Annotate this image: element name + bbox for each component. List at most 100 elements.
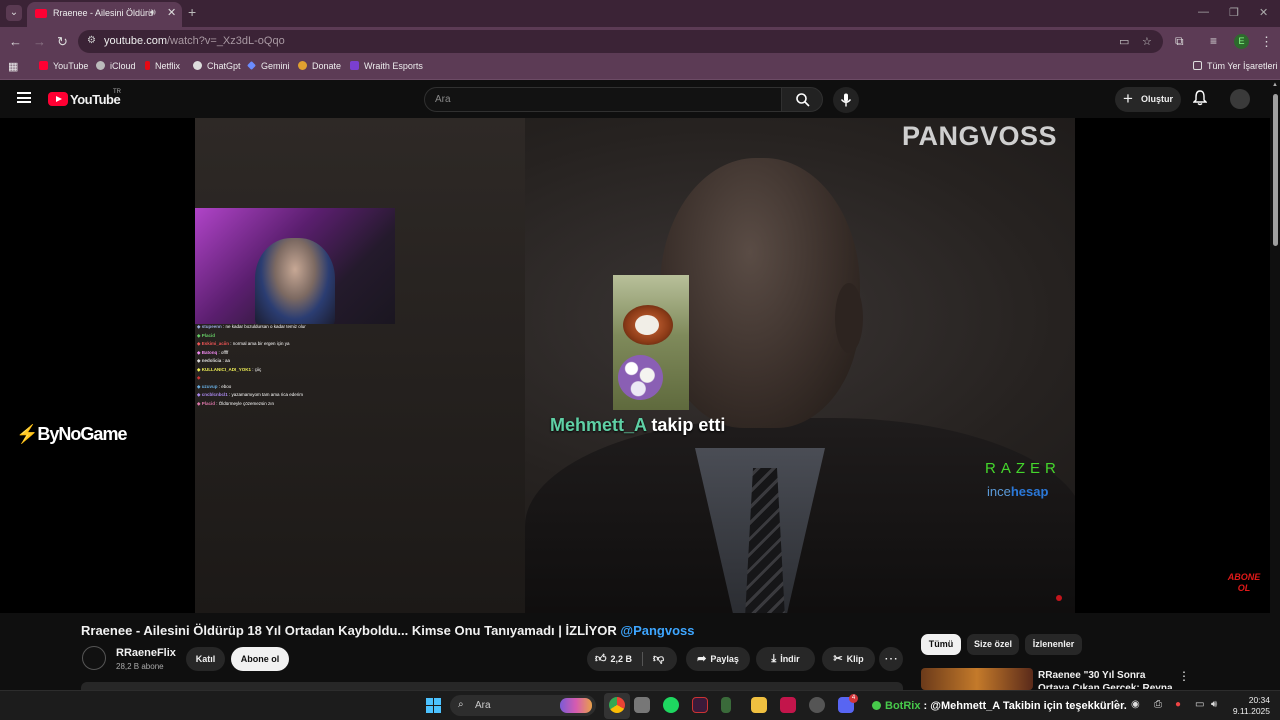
profile-avatar[interactable]: E [1234,34,1249,49]
apps-grid-icon[interactable]: ▦ [8,60,18,73]
chip-watched[interactable]: İzlenenler [1025,634,1082,655]
site-info-icon[interactable]: ⚙ [87,35,96,46]
wraith-icon [350,61,359,70]
file-app-icon[interactable] [721,697,731,713]
more-actions-button[interactable]: ⋯ [879,647,903,671]
restore-icon[interactable]: ❐ [1229,6,1239,19]
menu-icon[interactable]: ⋮ [1260,34,1273,50]
tray-overflow-icon[interactable]: ⌃ [1112,699,1120,710]
vs-app-icon[interactable] [692,697,708,713]
forward-icon[interactable]: → [33,34,46,49]
chat-message: ◆ Batonq : offff [197,349,387,358]
scroll-thumb[interactable] [1273,94,1278,246]
address-bar[interactable]: ⚙ youtube.com/watch?v=_Xz3dL-oQqo ▭ ☆ [78,30,1163,53]
chat-message: ◆ cncblcnbcl1 : yazamamıyom tam ama rica… [197,391,387,400]
mention-link[interactable]: @Pangvoss [620,623,694,638]
volume-icon[interactable]: 🔊︎ [1211,699,1217,710]
video-title: Rraenee - Ailesini Öldürüp 18 Yıl Ortada… [81,623,695,638]
taskbar-search[interactable]: ⌕ Ara [450,695,596,716]
join-button[interactable]: Katıl [186,647,225,671]
mic-tray-icon[interactable]: ● [1175,699,1181,710]
bookmark-icloud[interactable]: iCloud [96,61,136,71]
clock-date: 9.11.2025 [1232,706,1270,716]
close-tab-icon[interactable]: ✕ [167,6,176,19]
printer-tray-icon[interactable]: ⎙ [1154,699,1162,710]
youtube-logo-icon[interactable] [48,92,68,106]
subscribe-button[interactable]: Abone ol [231,647,289,671]
chat-text: : yazamamıyom tam ama rica ederim [227,392,304,397]
settings-app-icon[interactable] [634,697,650,713]
channel-watermark: PANGVOSS [902,121,1058,151]
notifications-bell-icon[interactable] [1193,90,1207,106]
speaker-icon[interactable]: 🔊︎ [150,7,156,18]
windows-start-icon[interactable] [426,698,441,713]
back-icon[interactable]: ← [9,34,22,49]
like-icon[interactable]: 👍︎ [595,653,607,665]
stream-notification: BotRix : @Mehmett_A Takibin için teşekkü… [873,700,1127,712]
recommended-thumbnail[interactable] [921,668,1033,690]
bookmark-netflix[interactable]: Netflix [145,61,180,71]
channel-name[interactable]: RRaeneFlix [116,647,176,659]
bookmark-chatgpt[interactable]: ChatGpt [193,61,241,71]
youtube-favicon-icon [35,9,47,18]
all-bookmarks[interactable]: Tüm Yer İşaretleri [1193,61,1278,71]
plus-icon: + [1123,89,1133,108]
chat-message: ◆ stupeenn : ne kadar bozuldursan o kada… [197,323,387,332]
bookmark-wraith-esports[interactable]: Wraith Esports [350,61,423,71]
search-button[interactable] [781,87,823,112]
video-player-area[interactable]: ⚡ByNoGame PANGVOSS ◆ stupeenn : ne kadar… [0,118,1270,613]
system-clock[interactable]: 20:34 9.11.2025 [1230,695,1270,717]
create-button[interactable]: + Oluştur [1115,87,1181,112]
notify-message: : @Mehmett_A Takibin için teşekkürler. [920,700,1127,712]
tab-search-icon[interactable]: ⌄ [6,5,22,21]
page-scrollbar[interactable]: ▲ [1270,80,1280,690]
chat-text: : ne kadar bozuldursan o kadar temiz olu… [221,324,306,329]
bookmark-star-icon[interactable]: ☆ [1142,35,1152,48]
minimize-icon[interactable]: — [1198,6,1209,18]
video-frame[interactable]: PANGVOSS ◆ stupeenn : ne kadar bozuldurs… [195,118,1075,613]
clip-button[interactable]: ✂ Klip [822,647,875,671]
discord-tray-icon[interactable]: ◉ [1131,699,1140,710]
voice-search-button[interactable] [833,87,859,113]
steam-icon[interactable] [809,697,825,713]
chat-username: ◆ uzuvup [197,383,218,389]
extensions-icon[interactable]: ⧉ [1175,34,1184,49]
account-avatar[interactable] [1230,89,1250,109]
channel-avatar[interactable] [82,646,106,670]
bookmark-youtube[interactable]: YouTube [39,61,88,71]
cast-icon[interactable]: ▭ [1119,35,1129,48]
youtube-header: YouTube TR Ara + Oluştur [0,80,1280,118]
download-button[interactable]: ⤓ İndir [756,647,815,671]
chrome-icon[interactable] [609,697,625,713]
display-tray-icon[interactable]: ▭ [1195,699,1204,710]
search-input[interactable]: Ara [424,87,782,112]
recommended-more-icon[interactable]: ⋮ [1178,669,1190,683]
media-control-icon[interactable]: ≡ [1210,34,1217,48]
dislike-icon[interactable]: 👎︎ [653,647,664,671]
video-title-text: Rraenee - Ailesini Öldürüp 18 Yıl Ortada… [81,623,621,638]
browser-tab[interactable]: Rraenee - Ailesini Öldürüp 🔊︎ ✕ [27,2,182,27]
scroll-up-icon[interactable]: ▲ [1272,82,1278,88]
chat-message: ◆ KULLANICI_ADI_YOK1 : çiiç [197,366,387,375]
new-tab-icon[interactable]: + [188,4,196,20]
close-window-icon[interactable]: ✕ [1259,6,1268,19]
follow-alert-image [613,275,689,410]
chip-all[interactable]: Tümü [921,634,961,655]
chat-text: : aa [221,358,230,363]
description-box[interactable] [81,682,903,690]
chip-for-you[interactable]: Size özel [967,634,1019,655]
subscriber-count: 28,2 B abone [116,662,164,671]
reload-icon[interactable]: ↻ [57,34,68,50]
share-button[interactable]: ➦ Paylaş [686,647,750,671]
file-explorer-icon[interactable] [751,697,767,713]
create-label: Oluştur [1141,94,1174,104]
chat-username: ◆ Eskimi_aciin [197,341,229,346]
bookmark-donate[interactable]: Donate [298,61,341,71]
bookmark-gemini[interactable]: Gemini [247,61,290,71]
hamburger-menu-icon[interactable] [17,92,31,103]
valorant-icon[interactable] [780,697,796,713]
recommended-title[interactable]: RRaenee "30 Yıl Sonra Ortaya Çıkan Gerçe… [1038,669,1178,689]
spotify-icon[interactable] [663,697,679,713]
like-count[interactable]: 2,2 B [611,654,633,664]
man-ear [835,283,863,353]
